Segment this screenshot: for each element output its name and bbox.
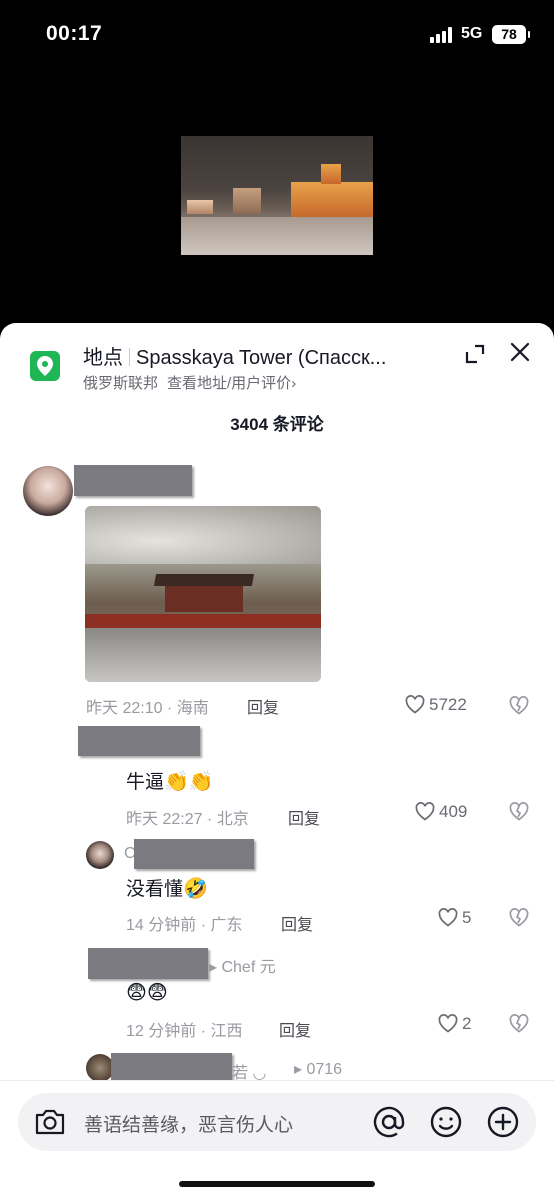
broken-heart-icon[interactable] (509, 802, 531, 824)
like-button[interactable]: 5722 (405, 695, 467, 715)
avatar[interactable] (23, 466, 73, 516)
location-title[interactable]: 地点 Spasskaya Tower (Спасск... (83, 341, 386, 370)
network-type: 5G (461, 25, 483, 42)
like-count: 5 (462, 908, 472, 927)
smile-icon[interactable] (429, 1105, 463, 1139)
location-region: 俄罗斯联邦 (83, 375, 159, 392)
like-button[interactable]: 5 (438, 908, 471, 928)
reply-button[interactable]: 回复 (288, 805, 320, 829)
heart-icon (438, 908, 458, 927)
heart-icon (405, 695, 425, 714)
like-count: 5722 (429, 695, 467, 714)
broken-heart-icon[interactable] (509, 1014, 531, 1036)
at-icon[interactable] (372, 1105, 406, 1139)
battery-icon: 78 (492, 25, 530, 44)
like-button[interactable]: 2 (438, 1014, 471, 1034)
status-bar: 00:17 5G 78 (0, 0, 554, 70)
comment-meta: 12 分钟前 · 江西 (126, 1023, 243, 1040)
reply-button[interactable]: 回复 (281, 911, 313, 935)
location-pin-icon (30, 351, 60, 381)
redacted-username (134, 839, 254, 869)
comment-text: 😨😨 (126, 980, 168, 1005)
comment-count: 3404 条评论 (230, 415, 324, 434)
heart-icon (415, 802, 435, 821)
reply-button[interactable]: 回复 (279, 1017, 311, 1041)
like-button[interactable]: 409 (415, 802, 467, 822)
like-count: 2 (462, 1014, 472, 1033)
redacted-username (74, 465, 192, 496)
comment-input-bar: 善语结善缘，恶言伤人心 (0, 1080, 554, 1199)
plus-icon[interactable] (486, 1105, 520, 1139)
laughing-emoji: 🤣 (183, 878, 208, 900)
signal-icon (430, 27, 454, 43)
comment-meta: 昨天 22:27 · 北京 (126, 811, 249, 828)
reply-target: ▸ 0716 (294, 1061, 343, 1078)
clap-emoji: 👏👏 (164, 771, 214, 793)
video-thumbnail[interactable] (181, 136, 373, 255)
comments-sheet: 地点 Spasskaya Tower (Спасск... 俄罗斯联邦 查看地址/用… (0, 323, 554, 1199)
avatar[interactable] (86, 1054, 114, 1082)
redacted-username (78, 726, 200, 756)
comment-meta: 14 分钟前 · 广东 (126, 917, 243, 934)
home-indicator[interactable] (179, 1181, 375, 1187)
avatar[interactable] (86, 841, 114, 869)
location-link[interactable]: 查看地址/用户评价 (167, 375, 291, 392)
chevron-right-icon: › (291, 375, 297, 392)
input-placeholder: 善语结善缘，恶言伤人心 (84, 1115, 294, 1136)
expand-icon[interactable] (463, 342, 487, 366)
comment-meta: 昨天 22:10 · 海南 (86, 700, 209, 717)
heart-icon (438, 1014, 458, 1033)
status-time: 00:17 (46, 22, 103, 45)
like-count: 409 (439, 802, 468, 821)
broken-heart-icon[interactable] (509, 696, 531, 718)
reply-button[interactable]: 回复 (247, 694, 279, 718)
location-label: 地点 (83, 347, 123, 369)
comment-text: 牛逼👏👏 (126, 771, 214, 793)
reply-target: ▸ Chef 元 (209, 959, 276, 976)
redacted-username (88, 948, 208, 979)
camera-icon[interactable] (34, 1107, 66, 1137)
location-name: Spasskaya Tower (Спасск... (136, 347, 387, 369)
comment-input[interactable]: 善语结善缘，恶言伤人心 (18, 1093, 536, 1151)
location-subtitle[interactable]: 俄罗斯联邦 查看地址/用户评价› (83, 372, 296, 393)
broken-heart-icon[interactable] (509, 908, 531, 930)
comment-text: 没看懂🤣 (126, 878, 208, 900)
fear-emoji: 😨😨 (126, 982, 168, 1004)
comment-image[interactable] (85, 506, 321, 682)
close-icon[interactable] (508, 340, 532, 364)
